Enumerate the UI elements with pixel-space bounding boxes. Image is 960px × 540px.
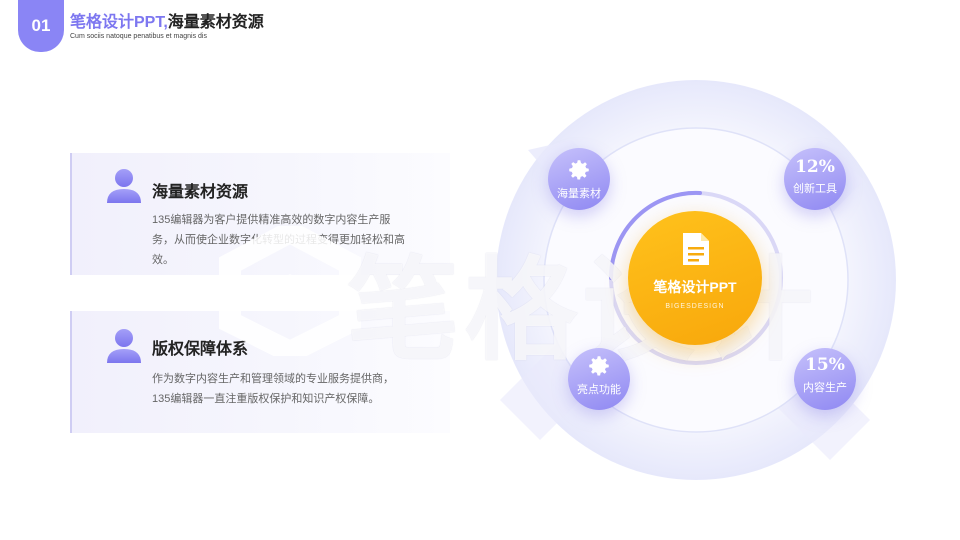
node-innovation[interactable]: 12% 创新工具 bbox=[784, 148, 846, 210]
center-subtitle: BIGESDESIGN bbox=[665, 303, 725, 310]
page-title: 笔格设计PPT,海量素材资源 bbox=[70, 8, 264, 32]
feature-card-copyright: 版权保障体系 作为数字内容生产和管理领域的专业服务提供商，135编辑器一直注重版… bbox=[70, 311, 450, 433]
node-materials[interactable]: 海量素材 bbox=[548, 148, 610, 210]
person-icon bbox=[107, 329, 141, 363]
card-text: 作为数字内容生产和管理领域的专业服务提供商，135编辑器一直注重版权保护和知识产… bbox=[152, 373, 394, 405]
card-title: 海量素材资源 bbox=[152, 184, 249, 201]
section-number-badge: 01 bbox=[18, 0, 64, 52]
page-title-main: 海量素材资源 bbox=[167, 14, 264, 31]
node-label: 海量素材 bbox=[557, 188, 601, 200]
node-label: 亮点功能 bbox=[577, 384, 621, 396]
person-icon bbox=[107, 169, 141, 203]
page-subtitle: Cum sociis natoque penatibus et magnis d… bbox=[70, 33, 207, 40]
section-number: 01 bbox=[31, 16, 51, 35]
node-content[interactable]: 15% 内容生产 bbox=[794, 348, 856, 410]
card-text: 135编辑器为客户提供精准高效的数字内容生产服务，从而使企业数字化转型的过程变得… bbox=[152, 214, 405, 266]
gear-icon bbox=[569, 160, 589, 180]
node-label: 创新工具 bbox=[793, 183, 837, 195]
node-value: 15% bbox=[805, 355, 845, 375]
center-hub[interactable]: 笔格设计PPT BIGESDESIGN bbox=[628, 211, 762, 345]
gear-icon bbox=[589, 356, 609, 376]
document-icon bbox=[683, 233, 709, 265]
feature-card-materials: 海量素材资源 135编辑器为客户提供精准高效的数字内容生产服务，从而使企业数字化… bbox=[70, 153, 450, 275]
page-title-accent: 笔格设计PPT, bbox=[70, 14, 168, 31]
card-title: 版权保障体系 bbox=[152, 341, 249, 358]
node-label: 内容生产 bbox=[803, 382, 847, 394]
node-highlights[interactable]: 亮点功能 bbox=[568, 348, 630, 410]
center-title: 笔格设计PPT bbox=[653, 279, 737, 295]
node-value: 12% bbox=[795, 157, 835, 177]
